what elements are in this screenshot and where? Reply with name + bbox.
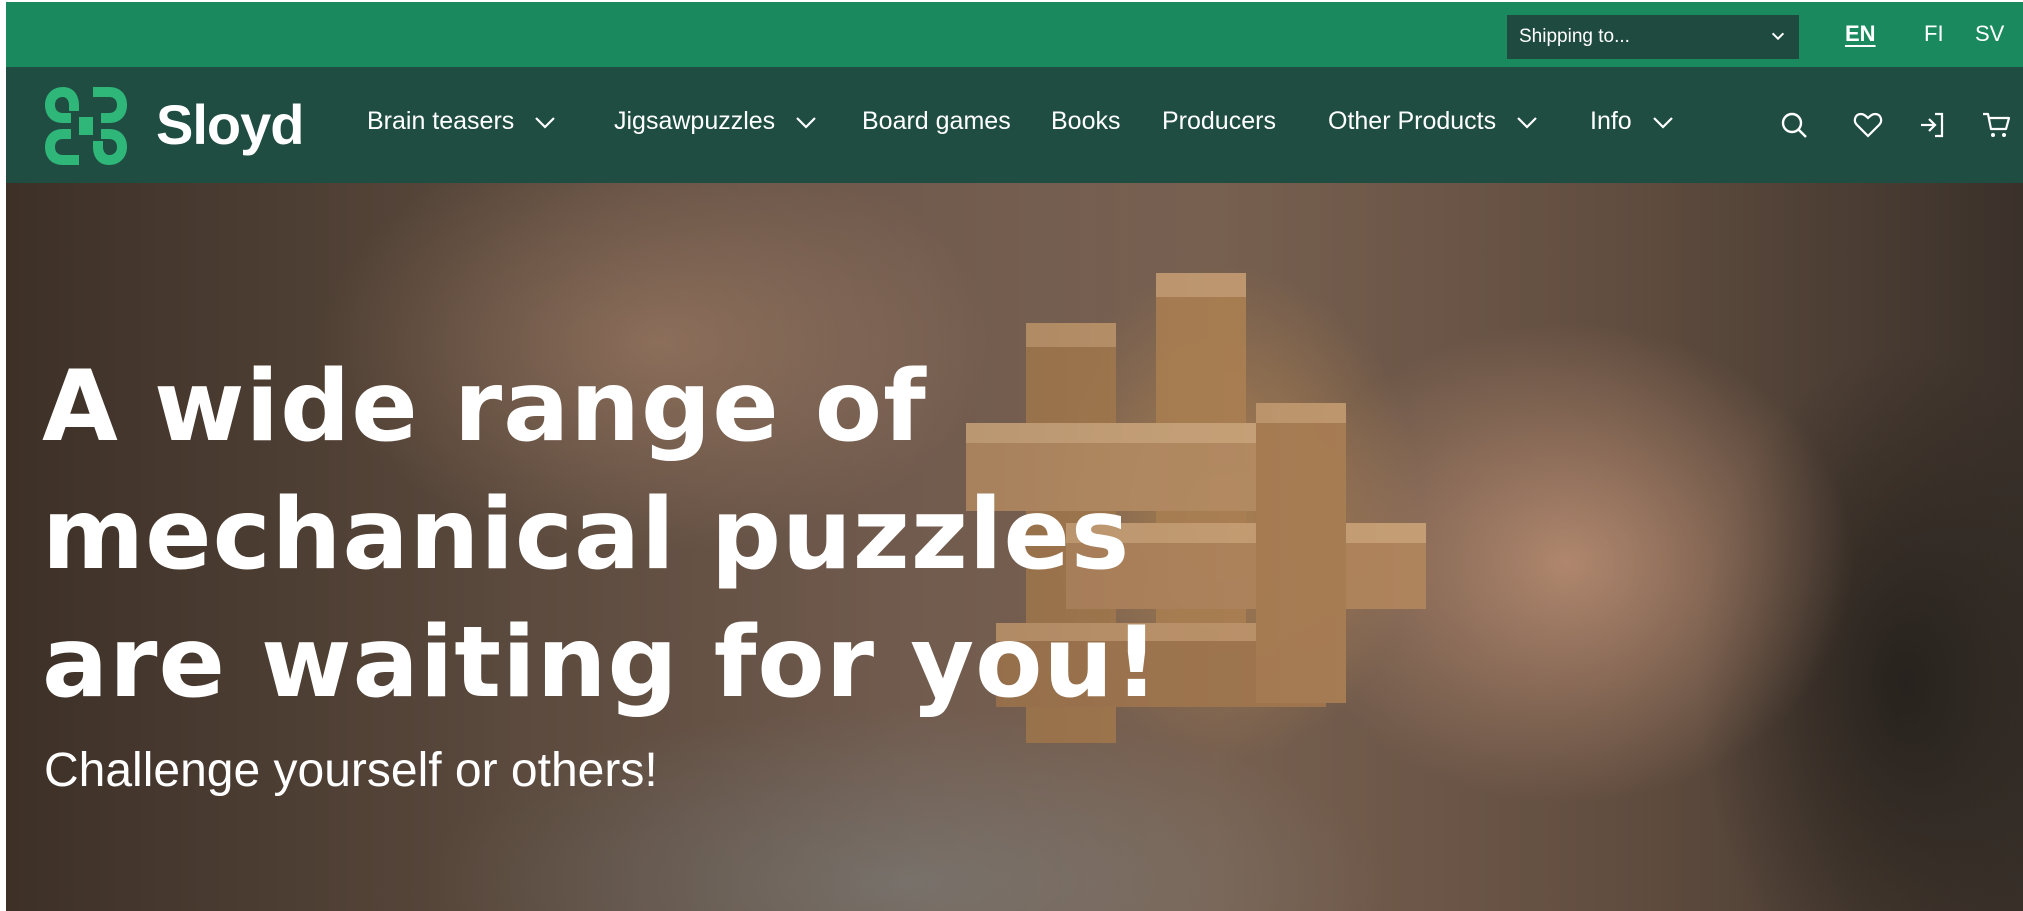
nav-item-label: Producers: [1162, 107, 1276, 135]
nav-item-label: Brain teasers: [367, 107, 515, 135]
search-icon[interactable]: [1778, 109, 1810, 141]
nav-item-label: Board games: [862, 107, 1011, 135]
sloyd-logo-icon[interactable]: [41, 83, 131, 169]
language-en[interactable]: EN: [1845, 21, 1876, 47]
nav-item-other-products[interactable]: Other Products: [1328, 107, 1540, 136]
language-fi[interactable]: FI: [1924, 21, 1944, 47]
login-icon[interactable]: [1916, 109, 1948, 141]
hero-subtitle: Challenge yourself or others!: [44, 744, 658, 797]
nav-item-books[interactable]: Books: [1051, 107, 1120, 136]
language-sv[interactable]: SV: [1975, 21, 2004, 47]
top-bar: Shipping to... EN FI SV: [6, 2, 2023, 67]
nav-item-jigsawpuzzles[interactable]: Jigsawpuzzles: [614, 107, 819, 136]
nav-item-board-games[interactable]: Board games: [862, 107, 1011, 136]
hero-title-line: mechanical puzzles: [42, 478, 1131, 592]
nav-item-label: Other Products: [1328, 107, 1497, 135]
hero-banner: A wide range of mechanical puzzles are w…: [6, 183, 2023, 911]
chevron-down-icon: [1652, 116, 1673, 129]
hero-title-line: A wide range of: [42, 350, 927, 464]
nav-item-brain-teasers[interactable]: Brain teasers: [367, 107, 558, 136]
shipping-select[interactable]: Shipping to...: [1507, 15, 1799, 59]
chevron-down-icon: [1771, 32, 1785, 41]
cart-icon[interactable]: [1980, 109, 2012, 141]
heart-icon[interactable]: [1852, 109, 1884, 141]
hero-title-line: are waiting for you!: [42, 606, 1160, 720]
page-frame: Shipping to... EN FI SV Sloyd Brain teas…: [6, 2, 2023, 911]
nav-item-label: Jigsawpuzzles: [614, 107, 776, 135]
brand-name[interactable]: Sloyd: [156, 92, 304, 157]
hero-title: A wide range of mechanical puzzles are w…: [42, 343, 1242, 727]
nav-item-label: Info: [1590, 107, 1632, 135]
nav-item-label: Books: [1051, 107, 1121, 135]
chevron-down-icon: [1517, 116, 1537, 129]
shipping-select-label: Shipping to...: [1519, 26, 1630, 47]
chevron-down-icon: [535, 116, 556, 129]
main-navigation: Sloyd Brain teasers Jigsawpuzzles Board …: [6, 67, 2023, 183]
nav-item-info[interactable]: Info: [1590, 107, 1676, 136]
nav-item-producers[interactable]: Producers: [1162, 107, 1276, 136]
chevron-down-icon: [796, 116, 816, 129]
